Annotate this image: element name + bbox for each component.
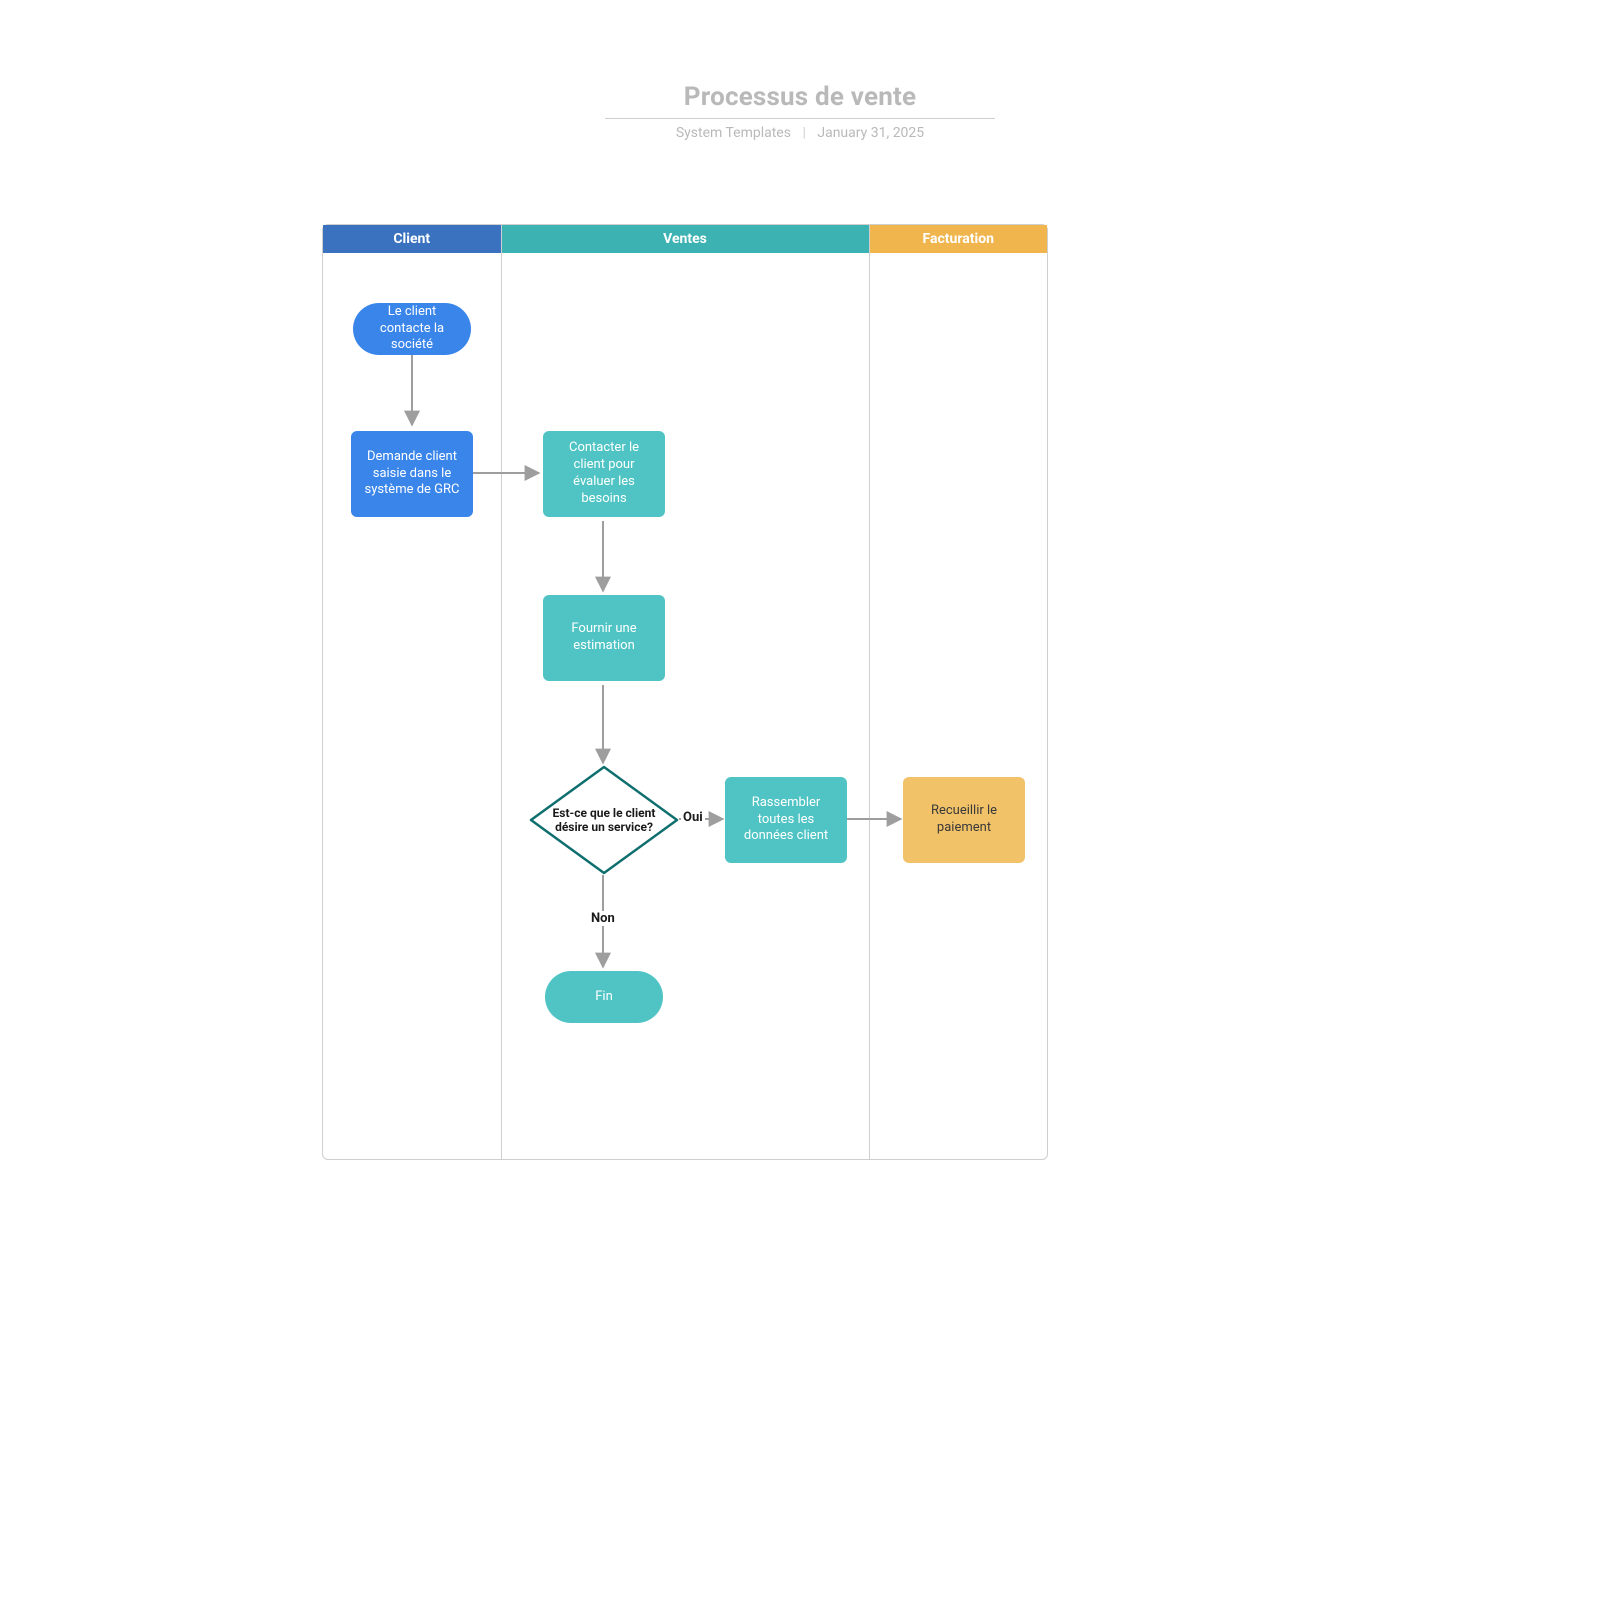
title-rule [605, 118, 995, 119]
node-end[interactable]: Fin [545, 971, 663, 1023]
lane-billing: Facturation [870, 225, 1048, 1159]
node-gather[interactable]: Rassembler toutes les données client [725, 777, 847, 863]
page-meta: System Templates | January 31, 2025 [0, 125, 1600, 141]
page-title: Processus de vente [0, 82, 1600, 112]
node-crm[interactable]: Demande client saisie dans le système de… [351, 431, 473, 517]
node-decision-label: Est-ce que le client désire un service? [547, 806, 661, 834]
page-header: Processus de vente System Templates | Ja… [0, 82, 1600, 141]
meta-separator: | [802, 125, 805, 141]
node-start[interactable]: Le client contacte la société [353, 303, 471, 355]
node-start-label: Le client contacte la société [363, 304, 461, 355]
lane-header-sales: Ventes [502, 225, 869, 253]
node-payment-label: Recueillir le paiement [913, 803, 1015, 837]
node-estimate[interactable]: Fournir une estimation [543, 595, 665, 681]
lane-client: Client [323, 225, 502, 1159]
node-contact-label: Contacter le client pour évaluer les bes… [553, 440, 655, 508]
node-end-label: Fin [595, 989, 613, 1006]
author-label: System Templates [676, 125, 791, 141]
node-payment[interactable]: Recueillir le paiement [903, 777, 1025, 863]
node-decision[interactable]: Est-ce que le client désire un service? [529, 765, 679, 875]
swimlane-container: Client Ventes Facturation [322, 224, 1048, 1160]
node-crm-label: Demande client saisie dans le système de… [361, 449, 463, 500]
lane-header-billing: Facturation [870, 225, 1048, 253]
node-gather-label: Rassembler toutes les données client [735, 795, 837, 846]
node-contact[interactable]: Contacter le client pour évaluer les bes… [543, 431, 665, 517]
node-estimate-label: Fournir une estimation [553, 621, 655, 655]
date-label: January 31, 2025 [817, 125, 924, 141]
page: Processus de vente System Templates | Ja… [0, 0, 1600, 1600]
swimlanes: Client Ventes Facturation [323, 225, 1047, 1159]
lane-header-client: Client [323, 225, 501, 253]
